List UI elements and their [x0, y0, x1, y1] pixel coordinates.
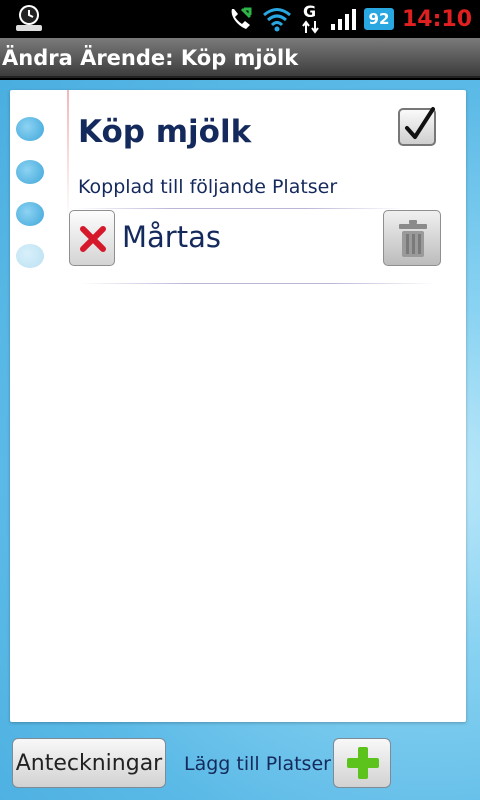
status-bar: G 92 14:10 [0, 0, 480, 38]
delete-place-button[interactable] [383, 210, 441, 266]
data-transfer-icon: G [300, 2, 322, 34]
add-place-button[interactable] [333, 738, 391, 788]
binder-ring-icon [16, 202, 44, 226]
signal-icon [330, 9, 356, 30]
clock: 14:10 [401, 6, 472, 32]
close-icon [80, 226, 106, 252]
margin-line [67, 90, 69, 220]
divider [74, 208, 404, 209]
binder-ring-icon [16, 117, 44, 141]
task-title: Köp mjölk [78, 114, 252, 150]
title-bar: Ändra Ärende: Köp mjölk [0, 38, 480, 78]
battery-icon: 92 [363, 8, 394, 30]
list-item: Mårtas [69, 210, 441, 268]
battery-level: 92 [368, 10, 390, 28]
main-area: Köp mjölk Kopplad till följande Platser … [0, 80, 480, 800]
place-name: Mårtas [122, 220, 221, 254]
done-checkbox[interactable] [398, 107, 436, 146]
linked-places-label: Kopplad till följande Platser [78, 176, 338, 198]
checkmark-icon [405, 107, 435, 139]
plus-icon [347, 747, 379, 779]
trash-icon [399, 220, 427, 257]
binder-ring-icon [16, 160, 44, 184]
page-title: Ändra Ärende: Köp mjölk [2, 46, 299, 70]
binder-ring-icon [16, 244, 44, 268]
alarm-app-icon [16, 5, 42, 31]
wifi-icon [263, 8, 291, 32]
call-forward-icon [231, 7, 252, 29]
network-type-label: G [302, 2, 317, 21]
divider [80, 283, 436, 284]
notes-button[interactable]: Anteckningar [12, 738, 166, 788]
remove-place-button[interactable] [69, 210, 115, 266]
transfer-arrows-icon [302, 20, 319, 34]
add-places-label: Lägg till Platser [184, 753, 331, 775]
